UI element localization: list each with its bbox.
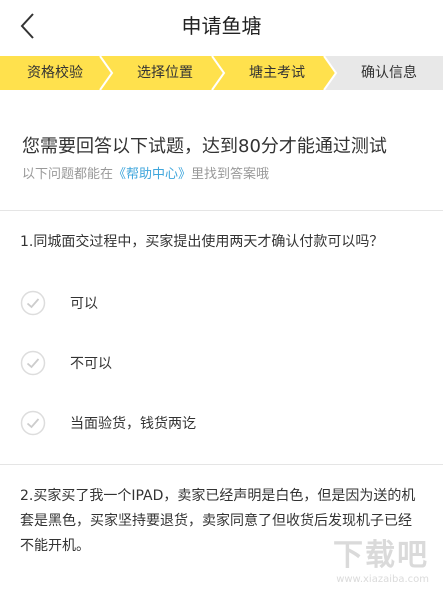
- intro-sub-suffix: 里找到答案哦: [191, 167, 270, 182]
- intro-title: 您需要回答以下试题，达到80分才能通过测试: [22, 136, 387, 157]
- intro-section: 您需要回答以下试题，达到80分才能通过测试 以下问题都能在《帮助中心》里找到答案…: [0, 90, 443, 210]
- step-1-label: 资格校验: [27, 65, 83, 81]
- check-circle-icon: [20, 350, 46, 376]
- step-progress-bar: 资格校验 选择位置 塘主考试 确认信息: [0, 56, 443, 90]
- question-1-option-3[interactable]: 当面验货，钱货两讫: [20, 408, 196, 438]
- intro-subtitle: 以下问题都能在《帮助中心》里找到答案哦: [22, 163, 269, 182]
- question-1-option-1[interactable]: 可以: [20, 288, 98, 318]
- watermark-url: www.xiazaiba.com: [336, 574, 429, 585]
- step-3-label: 塘主考试: [249, 65, 305, 81]
- option-label: 不可以: [70, 356, 112, 372]
- step-4-label: 确认信息: [361, 65, 417, 81]
- option-label: 可以: [70, 296, 98, 312]
- question-1-text: 1.同城面交过程中，买家提出使用两天才确认付款可以吗？: [20, 234, 384, 250]
- nav-bar: 申请鱼塘: [0, 0, 443, 52]
- check-circle-icon: [20, 410, 46, 436]
- check-circle-icon: [20, 290, 46, 316]
- question-1-option-2[interactable]: 不可以: [20, 348, 112, 378]
- step-2-label: 选择位置: [137, 65, 193, 81]
- help-center-link[interactable]: 《帮助中心》: [113, 167, 191, 182]
- divider: [0, 210, 443, 211]
- site-watermark: 下载吧 www.xiazaiba.com: [333, 530, 429, 585]
- watermark-logo: 下载吧: [333, 538, 429, 573]
- divider: [0, 464, 443, 465]
- intro-sub-prefix: 以下问题都能在: [22, 167, 114, 182]
- option-label: 当面验货，钱货两讫: [70, 416, 196, 432]
- page-title: 申请鱼塘: [181, 14, 262, 38]
